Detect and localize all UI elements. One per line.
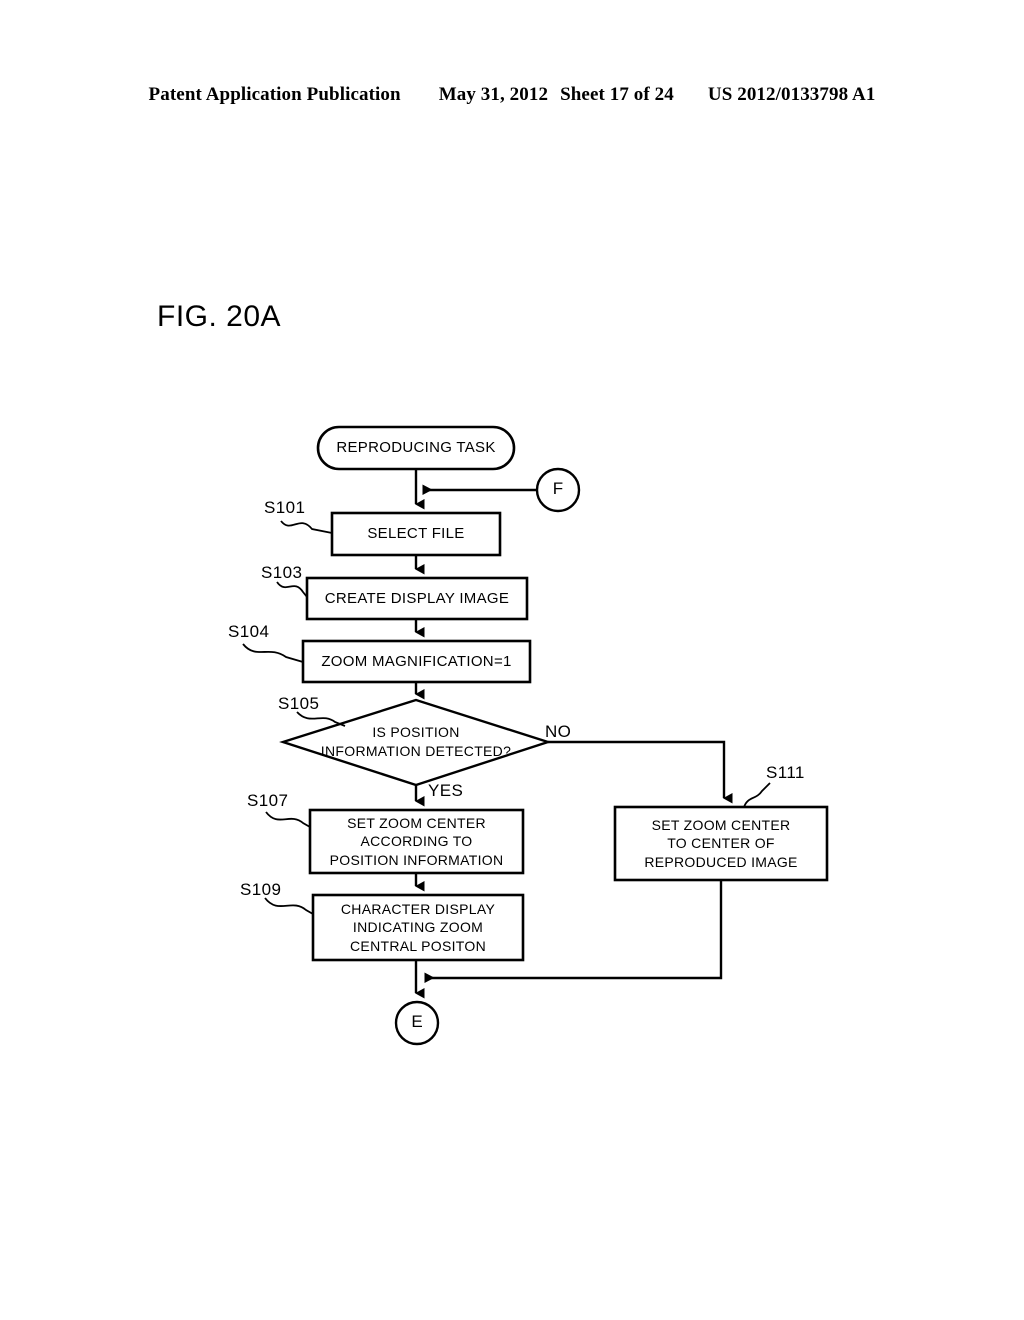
leader-s105 <box>296 711 346 727</box>
flowchart-diagram: REPRODUCING TASK F SELECT FILE CREATE DI… <box>0 0 1024 1320</box>
connector-f-label: F <box>552 479 564 498</box>
step-ref-s111: S111 <box>766 763 805 782</box>
step-ref-s104: S104 <box>228 622 270 641</box>
edge-s105-no-to-s111 <box>548 740 733 804</box>
branch-label-yes: YES <box>428 781 464 800</box>
step-ref-s101: S101 <box>264 498 306 517</box>
leader-s103 <box>276 581 308 598</box>
step-ref-s105: S105 <box>278 694 320 713</box>
step-s111-shape <box>613 805 829 882</box>
start-terminal-shape <box>316 425 516 471</box>
leader-s104 <box>242 643 304 663</box>
step-s101-shape <box>330 511 502 557</box>
connector-e-label: E <box>411 1012 423 1031</box>
step-ref-s107: S107 <box>247 791 289 810</box>
step-s105-shape <box>279 698 552 787</box>
step-s104-shape <box>301 639 532 684</box>
step-s109-shape <box>311 893 525 962</box>
leader-s101 <box>280 520 333 534</box>
branch-label-no: NO <box>545 722 572 741</box>
leader-s111 <box>743 782 771 808</box>
step-s103-shape <box>305 576 529 621</box>
step-ref-s103: S103 <box>261 563 303 582</box>
leader-s107 <box>265 811 311 828</box>
flowchart-svg <box>242 425 829 1046</box>
step-ref-s109: S109 <box>240 880 282 899</box>
leader-s109 <box>264 897 314 915</box>
step-s107-shape <box>308 808 525 875</box>
